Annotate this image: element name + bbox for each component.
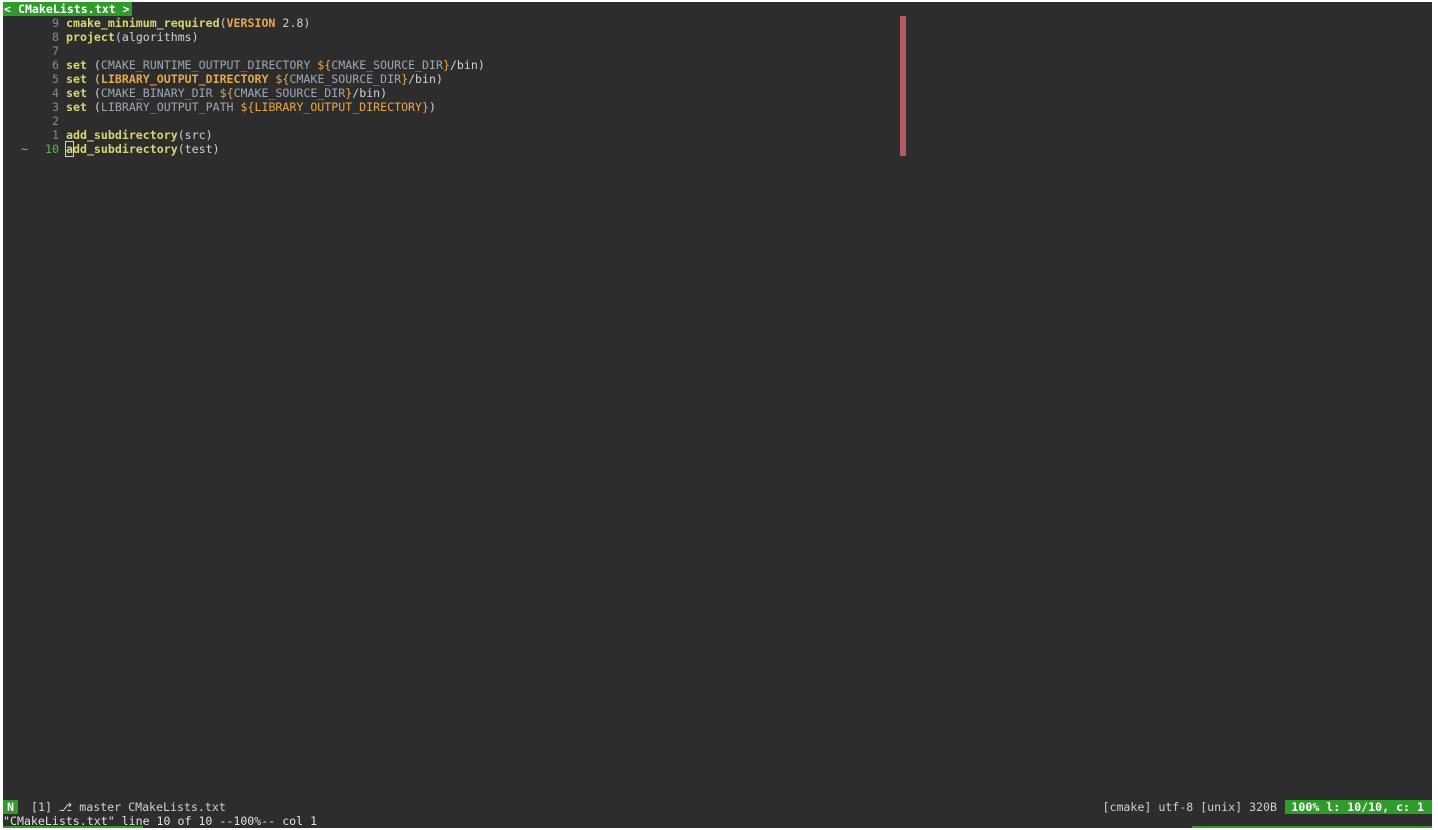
code-token: dd_subdirectory bbox=[72, 142, 178, 156]
status-branch-file: [1] ⎇ master CMakeLists.txt bbox=[31, 800, 226, 814]
code-token: CMAKE_SOURCE_DIR bbox=[331, 58, 443, 72]
bottom-accent-left bbox=[3, 826, 143, 828]
code-line[interactable]: 4 set (CMAKE_BINARY_DIR ${CMAKE_SOURCE_DI… bbox=[3, 86, 1432, 100]
statusline: N [1] ⎇ master CMakeLists.txt [cmake] ut… bbox=[3, 800, 1432, 814]
code-token: (test) bbox=[177, 142, 220, 156]
code-token: ${ bbox=[212, 86, 234, 100]
mode-indicator: N bbox=[3, 800, 18, 814]
sign-column: ~ bbox=[21, 142, 28, 156]
code-line[interactable]: 5 set (LIBRARY_OUTPUT_DIRECTORY ${CMAKE_S… bbox=[3, 72, 1432, 86]
code-token: set bbox=[66, 100, 87, 114]
code-token: CMAKE_RUNTIME_OUTPUT_DIRECTORY bbox=[100, 58, 311, 72]
line-number: 9 bbox=[52, 16, 59, 30]
line-number: 5 bbox=[52, 72, 59, 86]
code-token: LIBRARY_OUTPUT_PATH bbox=[100, 100, 234, 114]
code-text[interactable]: set (LIBRARY_OUTPUT_DIRECTORY ${CMAKE_SO… bbox=[66, 72, 443, 86]
code-token: add_subdirectory bbox=[66, 128, 178, 142]
code-token: (src) bbox=[177, 128, 213, 142]
code-token: ( bbox=[86, 72, 101, 86]
bottom-accent-right bbox=[1192, 826, 1432, 828]
line-number: 7 bbox=[52, 44, 59, 58]
code-token: VERSION bbox=[226, 16, 276, 30]
code-token: set bbox=[66, 58, 87, 72]
line-number: 8 bbox=[52, 30, 59, 44]
code-token: CMAKE_BINARY_DIR bbox=[100, 86, 213, 100]
status-file-info: [cmake] utf-8 [unix] 320B bbox=[1102, 800, 1277, 814]
code-line[interactable]: 2 bbox=[3, 114, 1432, 128]
code-token: 2.8) bbox=[275, 16, 311, 30]
line-number: 1 bbox=[52, 128, 59, 142]
text-cursor: a bbox=[65, 141, 74, 157]
code-token: project bbox=[66, 30, 115, 44]
code-line[interactable]: 6 set (CMAKE_RUNTIME_OUTPUT_DIRECTORY ${C… bbox=[3, 58, 1432, 72]
code-text[interactable]: add_subdirectory(src) bbox=[66, 128, 213, 142]
code-line[interactable]: 3 set (LIBRARY_OUTPUT_PATH ${LIBRARY_OUTP… bbox=[3, 100, 1432, 114]
line-number: 10 bbox=[45, 142, 59, 156]
line-number: 2 bbox=[52, 114, 59, 128]
editor-buffer[interactable]: 9 cmake_minimum_required(VERSION 2.8) 8 pro… bbox=[3, 16, 1432, 157]
code-text[interactable]: set (CMAKE_RUNTIME_OUTPUT_DIRECTORY ${CM… bbox=[66, 58, 485, 72]
code-token: ${ bbox=[268, 72, 290, 86]
code-token: set bbox=[66, 72, 87, 86]
code-text[interactable]: cmake_minimum_required(VERSION 2.8) bbox=[66, 16, 310, 30]
code-line[interactable]: ~10 add_subdirectory(test) bbox=[3, 141, 1432, 157]
line-number: 6 bbox=[52, 58, 59, 72]
code-token: } bbox=[442, 58, 450, 72]
code-token: ( bbox=[219, 16, 227, 30]
code-token: /bin) bbox=[352, 86, 388, 100]
code-line[interactable]: 7 bbox=[3, 44, 1432, 58]
code-line[interactable]: 9 cmake_minimum_required(VERSION 2.8) bbox=[3, 16, 1432, 30]
code-token: ${LIBRARY_OUTPUT_DIRECTORY} bbox=[233, 100, 429, 114]
line-number: 4 bbox=[52, 86, 59, 100]
code-text[interactable]: project(algorithms) bbox=[66, 30, 199, 44]
code-text[interactable]: set (LIBRARY_OUTPUT_PATH ${LIBRARY_OUTPU… bbox=[66, 100, 436, 114]
line-number: 3 bbox=[52, 100, 59, 114]
status-cursor-position: 100% l: 10/10, c: 1 bbox=[1285, 800, 1432, 814]
code-line[interactable]: 8 project(algorithms) bbox=[3, 30, 1432, 44]
tab-cmakelists[interactable]: < CMakeLists.txt > bbox=[3, 2, 132, 16]
code-text[interactable]: set (CMAKE_BINARY_DIR ${CMAKE_SOURCE_DIR… bbox=[66, 86, 387, 100]
code-token: ( bbox=[86, 58, 101, 72]
code-token: ( bbox=[86, 86, 101, 100]
code-token: CMAKE_SOURCE_DIR bbox=[289, 72, 402, 86]
code-token: /bin) bbox=[408, 72, 443, 86]
code-token: LIBRARY_OUTPUT_DIRECTORY bbox=[100, 72, 269, 86]
code-token: /bin) bbox=[449, 58, 485, 72]
code-text[interactable]: add_subdirectory(test) bbox=[65, 141, 220, 157]
code-token: set bbox=[66, 86, 87, 100]
code-token: ${ bbox=[310, 58, 332, 72]
code-line[interactable]: 1 add_subdirectory(src) bbox=[3, 128, 1432, 142]
code-token: cmake_minimum_required bbox=[66, 16, 220, 30]
code-token: CMAKE_SOURCE_DIR bbox=[233, 86, 346, 100]
code-token: (algorithms) bbox=[114, 30, 199, 44]
vim-terminal-window[interactable]: < CMakeLists.txt > 9 cmake_minimum_requir… bbox=[3, 2, 1432, 828]
tabline: < CMakeLists.txt > bbox=[3, 2, 1432, 16]
code-token: ) bbox=[429, 100, 436, 114]
code-token: ( bbox=[86, 100, 101, 114]
